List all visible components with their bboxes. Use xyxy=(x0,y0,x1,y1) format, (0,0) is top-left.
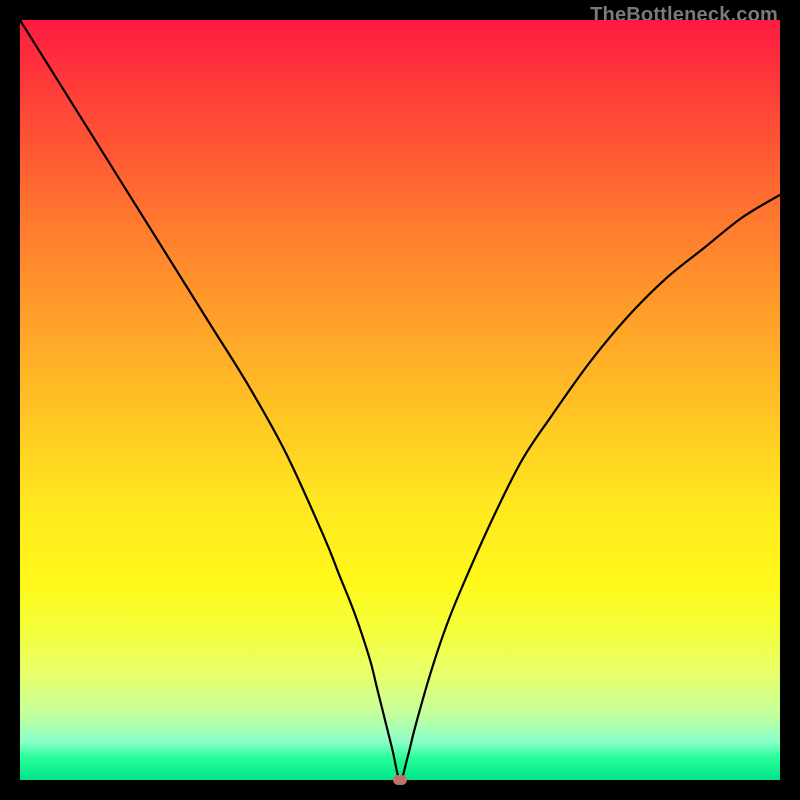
bottleneck-curve xyxy=(20,20,780,780)
plot-area xyxy=(20,20,780,780)
minimum-marker xyxy=(393,775,407,785)
chart-frame: TheBottleneck.com xyxy=(0,0,800,800)
